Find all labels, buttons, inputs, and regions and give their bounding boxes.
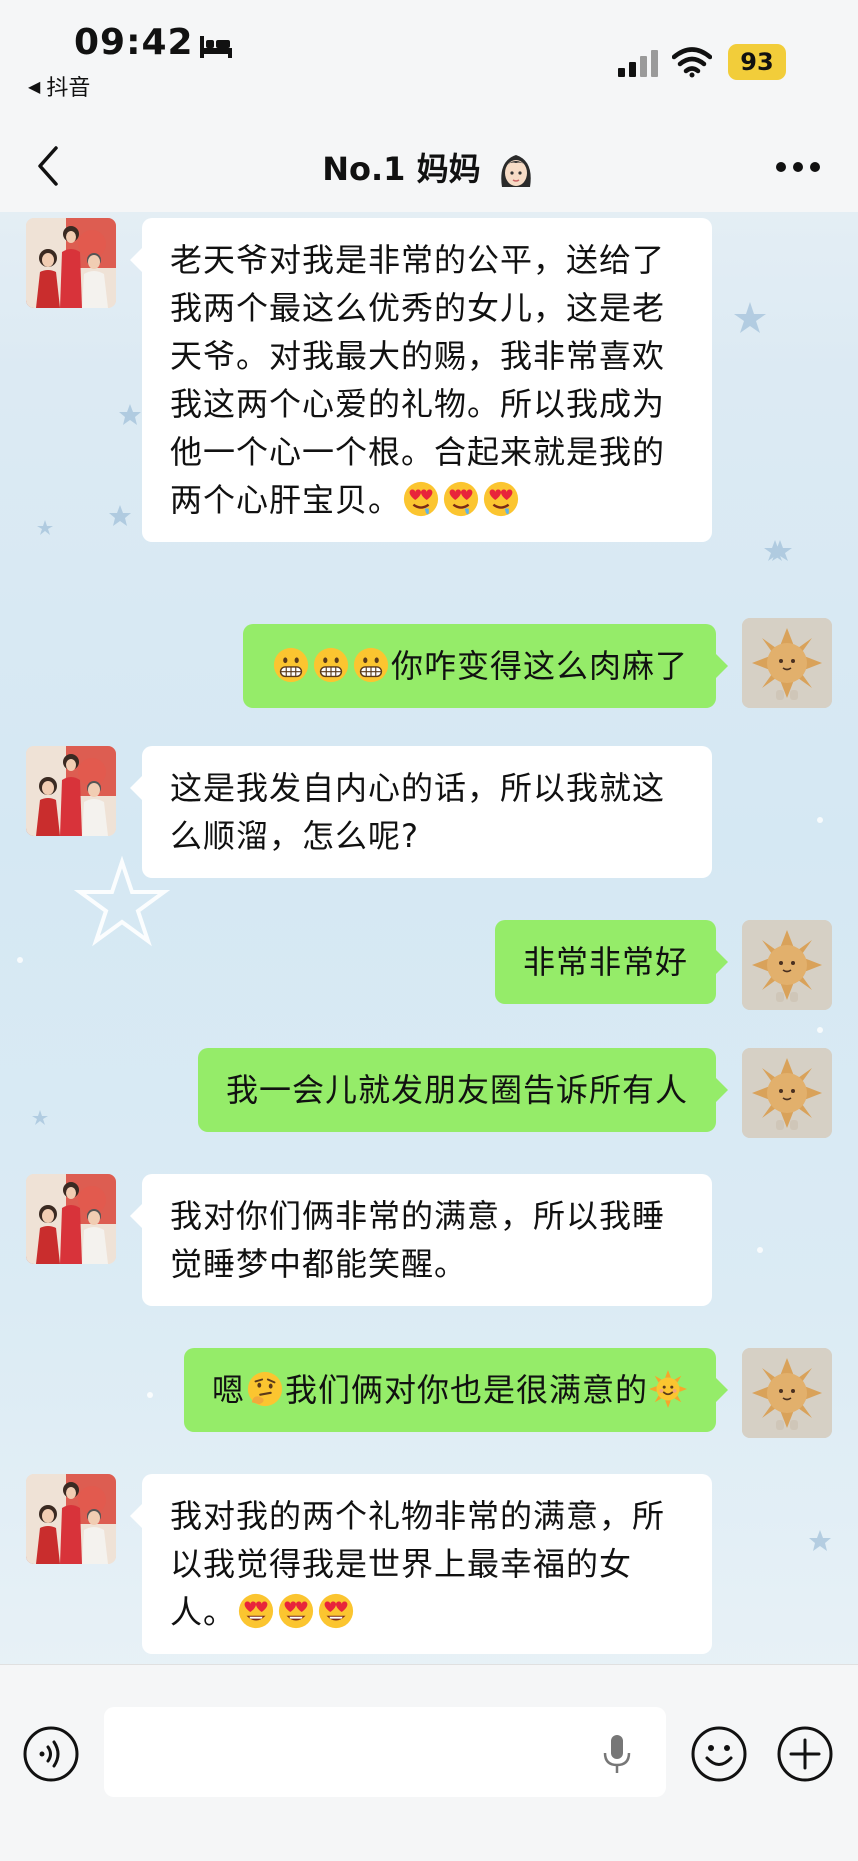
drooling-heart-eyes-emoji [442,480,480,518]
avatar[interactable] [26,218,116,308]
heart-eyes-emoji [277,1592,315,1630]
message-text: 我们俩对你也是很满意的 [284,1371,648,1409]
message-text: 你咋变得这么肉麻了 [390,647,688,685]
mic-icon[interactable] [602,1733,632,1775]
more-dots-icon[interactable] [774,160,822,174]
avatar[interactable] [742,618,832,708]
avatar[interactable] [742,920,832,1010]
drooling-heart-eyes-emoji [482,480,520,518]
grimacing-emoji [352,646,390,684]
message-row: 我对你们俩非常的满意，所以我睡觉睡梦中都能笑醒。 [0,1174,858,1314]
back-app-label: 抖音 [46,76,91,101]
thinking-emoji [246,1370,284,1408]
plus-icon[interactable] [776,1725,834,1783]
message-text: 嗯 [211,1371,245,1409]
wifi-icon [672,47,712,78]
chat-title[interactable]: No.1 妈妈 [0,144,858,191]
message-text: 非常非常好 [522,943,688,981]
message-text: 老天爷对我是非常的公平，送给了我两个最这么优秀的女儿，这是老天爷。对我最大的赐，… [170,241,666,519]
bed-icon [200,36,232,58]
battery-icon: 93 [728,44,786,80]
message-bubble[interactable]: 你咋变得这么肉麻了 [242,624,729,708]
heart-eyes-emoji [237,1592,275,1630]
heart-eyes-emoji [317,1592,355,1630]
message-row: 我一会儿就发朋友圈告诉所有人 [0,1048,858,1148]
message-row: 非常非常好 [0,920,858,1020]
signal-icon [618,50,658,77]
message-bubble[interactable]: 我对你们俩非常的满意，所以我睡觉睡梦中都能笑醒。 [130,1174,712,1306]
message-text: 我对你们俩非常的满意，所以我睡觉睡梦中都能笑醒。 [170,1197,666,1283]
message-text: 我一会儿就发朋友圈告诉所有人 [225,1071,688,1109]
avatar[interactable] [742,1048,832,1138]
message-bubble[interactable]: 嗯 我们俩对你也是很满意的 [183,1348,729,1432]
message-text: 这是我发自内心的话，所以我就这么顺溜，怎么呢? [170,769,666,855]
status-bar: 09:42 ◀ 抖音 93 [0,0,858,120]
message-row: 老天爷对我是非常的公平，送给了我两个最这么优秀的女儿，这是老天爷。对我最大的赐，… [0,212,858,592]
chat-messages[interactable]: 老天爷对我是非常的公平，送给了我两个最这么优秀的女儿，这是老天爷。对我最大的赐，… [0,212,858,1664]
emoji-icon[interactable] [690,1725,748,1783]
message-row: 这是我发自内心的话，所以我就这么顺溜，怎么呢? [0,746,858,886]
message-row: 你咋变得这么肉麻了 [0,618,858,718]
drooling-heart-eyes-emoji [402,480,440,518]
avatar[interactable] [26,1174,116,1264]
woman-face-emoji [501,155,531,187]
back-to-app-link[interactable]: ◀ 抖音 [28,70,90,102]
avatar[interactable] [26,1474,116,1564]
input-bar [0,1664,858,1861]
voice-icon[interactable] [22,1725,80,1783]
avatar[interactable] [742,1348,832,1438]
message-bubble[interactable]: 我对我的两个礼物非常的满意，所以我觉得我是世界上最幸福的女人。 [130,1474,712,1654]
sun-face-emoji [649,1370,687,1408]
grimacing-emoji [272,646,310,684]
message-bubble[interactable]: 这是我发自内心的话，所以我就这么顺溜，怎么呢? [130,746,712,878]
message-row: 嗯 我们俩对你也是很满意的 [0,1348,858,1448]
chat-header: No.1 妈妈 [0,120,858,212]
message-bubble[interactable]: 非常非常好 [494,920,729,1004]
avatar[interactable] [26,746,116,836]
message-row: 我对我的两个礼物非常的满意，所以我觉得我是世界上最幸福的女人。 [0,1474,858,1664]
message-bubble[interactable]: 老天爷对我是非常的公平，送给了我两个最这么优秀的女儿，这是老天爷。对我最大的赐，… [130,218,712,542]
chat-title-text: No.1 妈妈 [322,150,481,188]
back-triangle-icon: ◀ [28,76,41,96]
clock-time: 09:42 [74,22,194,63]
grimacing-emoji [312,646,350,684]
message-bubble[interactable]: 我一会儿就发朋友圈告诉所有人 [197,1048,729,1132]
message-input[interactable] [104,1707,666,1797]
